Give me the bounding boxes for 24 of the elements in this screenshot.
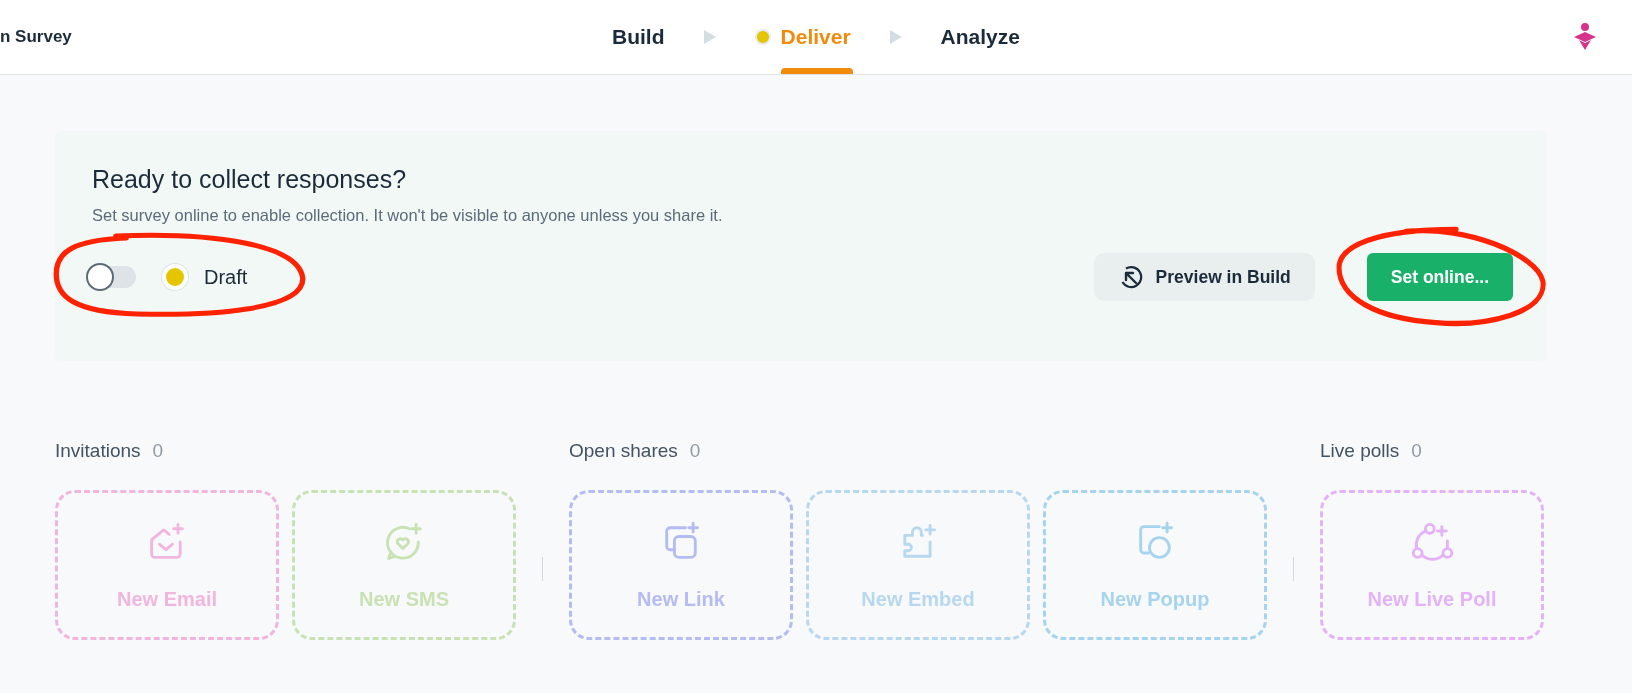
section-title: Live polls: [1320, 440, 1400, 462]
new-share-card[interactable]: New Email: [55, 490, 279, 640]
section-title: Invitations: [55, 440, 141, 462]
survey-title: n Survey: [0, 27, 72, 46]
new-share-card[interactable]: New SMS: [292, 490, 516, 640]
play-arrow-icon: [702, 29, 717, 45]
new-share-card[interactable]: New Live Poll: [1320, 490, 1544, 640]
section-title: Open shares: [569, 440, 678, 462]
play-arrow-icon: [888, 29, 903, 45]
step-tab[interactable]: Deliver: [754, 0, 851, 74]
step-tab[interactable]: Build: [612, 0, 665, 74]
section-count: 0: [1411, 440, 1422, 462]
new-share-card[interactable]: New Popup: [1043, 490, 1267, 640]
set-online-button[interactable]: Set online...: [1366, 253, 1513, 301]
preview-button[interactable]: Preview in Build: [1093, 253, 1315, 301]
panel-title: Ready to collect responses?: [92, 165, 408, 194]
new-share-card[interactable]: New Embed: [806, 490, 1030, 640]
step-tab[interactable]: Analyze: [940, 0, 1020, 74]
status-label: Draft: [204, 265, 248, 289]
section-count: 0: [689, 440, 701, 462]
online-toggle[interactable]: [88, 266, 136, 288]
panel-subtitle: Set survey online to enable collection. It won't be visible to anyone unless you share it.: [92, 206, 724, 225]
section-count: 0: [152, 440, 164, 462]
new-share-card[interactable]: New Link: [569, 490, 793, 640]
